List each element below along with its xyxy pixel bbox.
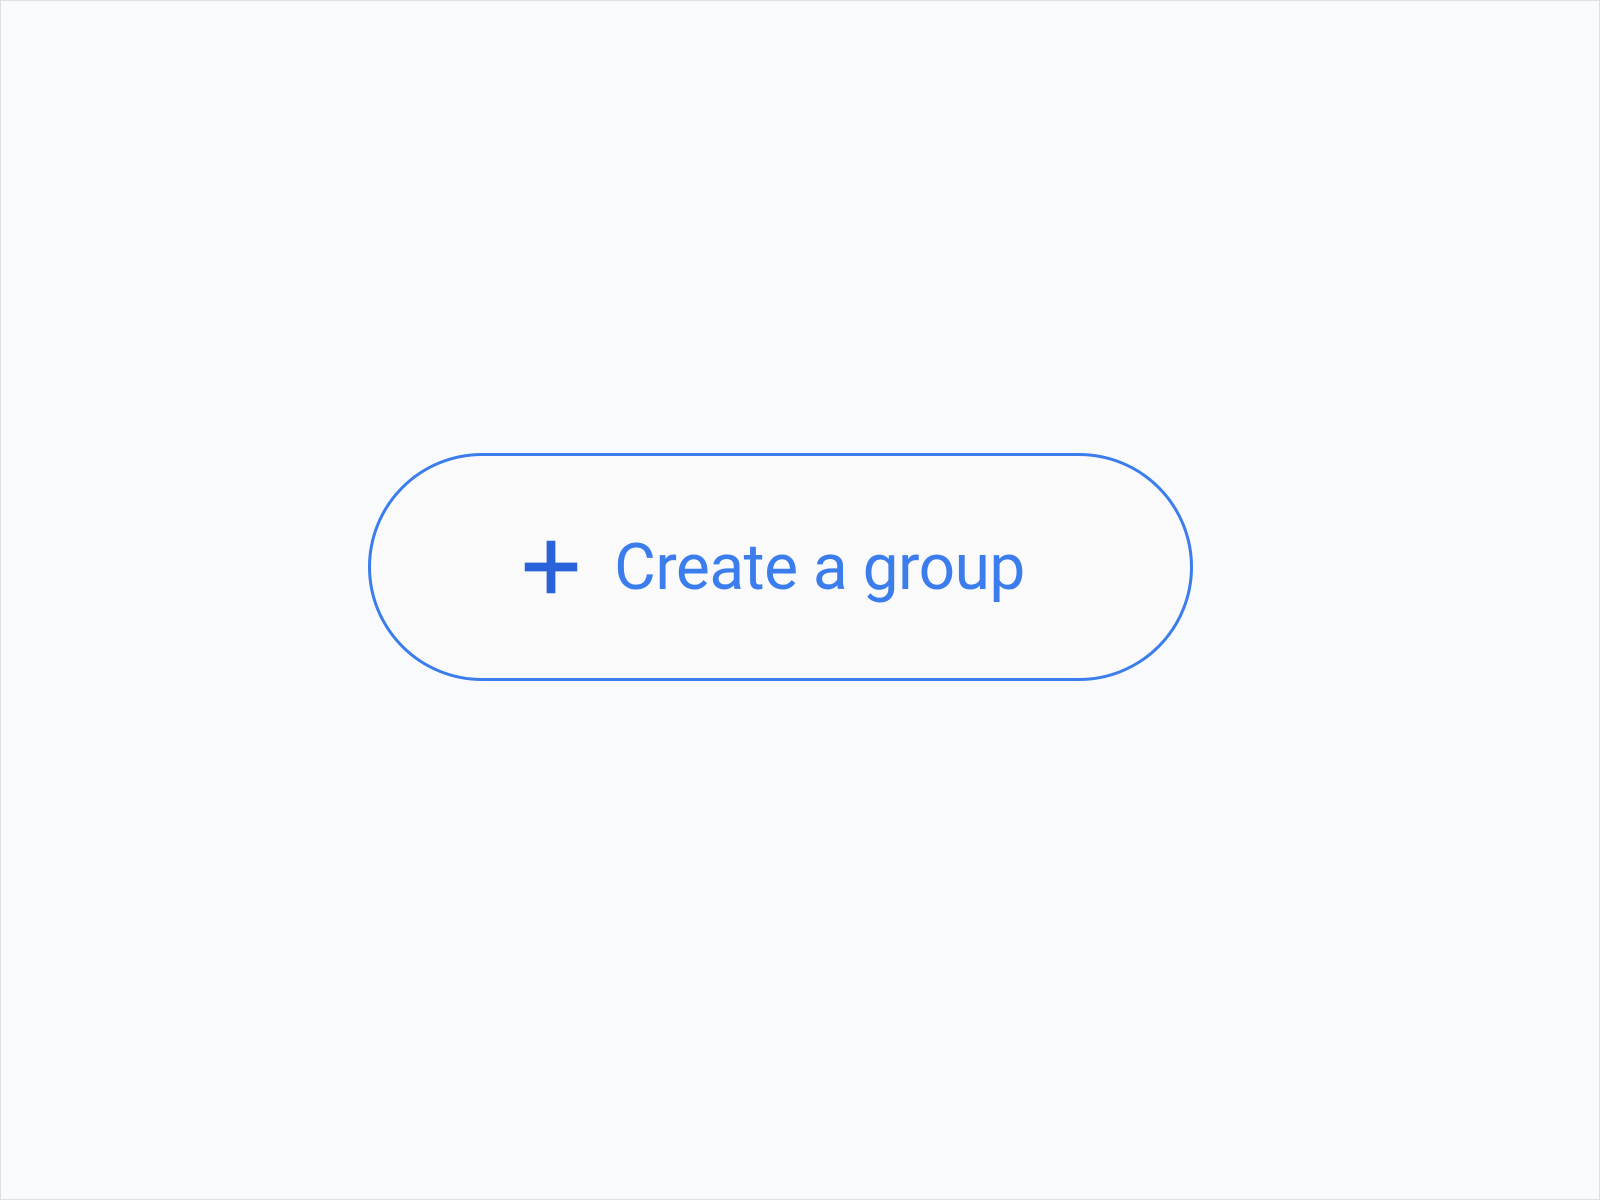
create-group-button[interactable]: Create a group: [368, 453, 1193, 681]
button-content: Create a group: [516, 530, 1025, 605]
plus-icon: [516, 532, 586, 602]
create-group-label: Create a group: [614, 530, 1025, 605]
